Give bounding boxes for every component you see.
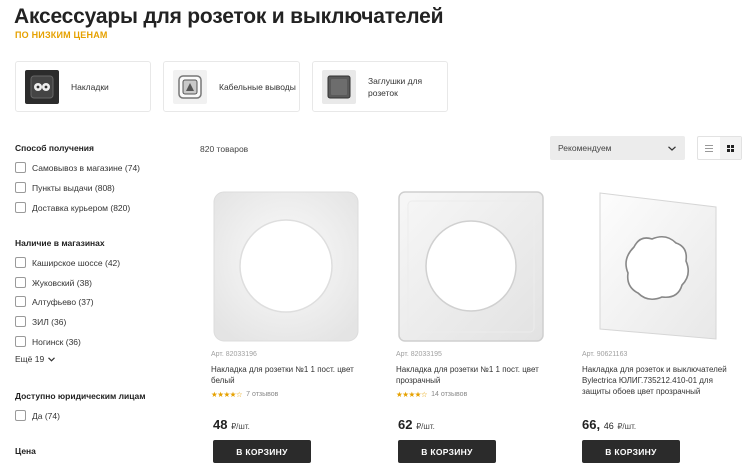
product-price: 48 ₽/шт. bbox=[213, 417, 250, 432]
product-price: 62 ₽/шт. bbox=[398, 417, 435, 432]
product-article: Арт. 82033196 bbox=[211, 351, 257, 358]
rating-stars: ★★★★☆ bbox=[211, 390, 243, 399]
filter-option-store[interactable]: ЗИЛ (36) bbox=[15, 316, 66, 327]
view-switcher bbox=[697, 136, 742, 160]
filter-option-pickup-store[interactable]: Самовывоз в магазине (74) bbox=[15, 162, 140, 173]
product-rating: ★★★★☆ 14 отзывов bbox=[396, 390, 546, 399]
option-label: Ногинск (36) bbox=[32, 336, 81, 347]
checkbox[interactable] bbox=[15, 296, 26, 307]
blank-plate-icon bbox=[322, 69, 356, 104]
option-label: Алтуфьево (37) bbox=[32, 296, 94, 307]
product-image[interactable] bbox=[396, 189, 546, 344]
filter-stores-title: Наличие в магазинах bbox=[15, 238, 105, 248]
option-label: Пункты выдачи (808) bbox=[32, 182, 115, 193]
filter-option-courier[interactable]: Доставка курьером (820) bbox=[15, 202, 130, 213]
checkbox[interactable] bbox=[15, 257, 26, 268]
filter-delivery-title: Способ получения bbox=[15, 143, 94, 153]
cable-outlet-icon bbox=[173, 69, 207, 104]
product-card[interactable]: Арт. 82033196 Накладка для розетки №1 1 … bbox=[211, 189, 361, 463]
product-name-link[interactable]: Накладка для розетки №1 1 пост. цвет про… bbox=[396, 364, 546, 386]
product-name-link[interactable]: Накладка для розеток и выключателей Byle… bbox=[582, 364, 732, 397]
grid-view-button[interactable] bbox=[719, 137, 741, 159]
category-label: Заглушки для розеток bbox=[368, 75, 423, 98]
filter-legal-title: Доступно юридическим лицам bbox=[15, 391, 146, 401]
double-frame-icon bbox=[25, 69, 59, 104]
filter-option-store[interactable]: Каширское шоссе (42) bbox=[15, 257, 120, 268]
category-card-blank-plates[interactable]: Заглушки для розеток bbox=[312, 61, 448, 112]
category-label: Накладки bbox=[71, 81, 109, 92]
category-card-cable-outlets[interactable]: Кабельные выводы bbox=[163, 61, 300, 112]
product-card[interactable]: Арт. 82033195 Накладка для розетки №1 1 … bbox=[396, 189, 546, 463]
results-count: 820 товаров bbox=[200, 144, 249, 154]
add-to-cart-button[interactable]: В КОРЗИНУ bbox=[582, 440, 680, 463]
price-unit: ₽/шт. bbox=[231, 422, 250, 431]
filter-option-legal-yes[interactable]: Да (74) bbox=[15, 410, 60, 421]
list-view-button[interactable] bbox=[698, 137, 720, 159]
product-article: Арт. 90621163 bbox=[582, 351, 628, 358]
chevron-down-icon bbox=[48, 356, 56, 362]
product-image[interactable] bbox=[211, 189, 361, 344]
add-to-cart-button[interactable]: В КОРЗИНУ bbox=[398, 440, 496, 463]
category-label: Кабельные выводы bbox=[219, 81, 296, 92]
filter-price-title: Цена bbox=[15, 446, 36, 456]
chevron-down-icon bbox=[668, 145, 676, 151]
price-unit: ₽/шт. bbox=[416, 422, 435, 431]
product-image[interactable] bbox=[582, 189, 732, 344]
price-value: 48 bbox=[213, 417, 228, 432]
list-icon bbox=[704, 144, 713, 152]
grid-icon bbox=[726, 144, 734, 152]
product-price: 66, 46 ₽/шт. bbox=[582, 417, 636, 432]
price-value: 62 bbox=[398, 417, 413, 432]
checkbox[interactable] bbox=[15, 277, 26, 288]
option-label: Жуковский (38) bbox=[32, 277, 92, 288]
option-label: Каширское шоссе (42) bbox=[32, 257, 121, 268]
filter-option-store[interactable]: Ногинск (36) bbox=[15, 336, 81, 347]
price-unit: ₽/шт. bbox=[617, 422, 637, 431]
category-card-nakladki[interactable]: Накладки bbox=[15, 61, 151, 112]
option-label: ЗИЛ (36) bbox=[32, 316, 67, 327]
show-more-label: Ещё 19 bbox=[15, 354, 45, 364]
reviews-link[interactable]: 14 отзывов bbox=[431, 391, 467, 398]
sort-value: Рекомендуем bbox=[558, 143, 612, 153]
checkbox[interactable] bbox=[15, 316, 26, 327]
price-cents: 46 bbox=[603, 421, 614, 431]
show-more-stores-link[interactable]: Ещё 19 bbox=[15, 354, 56, 364]
rating-stars: ★★★★☆ bbox=[396, 390, 428, 399]
checkbox[interactable] bbox=[15, 202, 26, 213]
product-rating: ★★★★☆ 7 отзывов bbox=[211, 390, 361, 399]
checkbox[interactable] bbox=[15, 410, 26, 421]
price-value: 66, bbox=[582, 417, 601, 432]
filter-option-store[interactable]: Алтуфьево (37) bbox=[15, 296, 94, 307]
add-to-cart-button[interactable]: В КОРЗИНУ bbox=[213, 440, 311, 463]
product-article: Арт. 82033195 bbox=[396, 351, 442, 358]
option-label: Доставка курьером (820) bbox=[32, 202, 131, 213]
checkbox[interactable] bbox=[15, 182, 26, 193]
sort-dropdown[interactable]: Рекомендуем bbox=[550, 136, 685, 160]
filter-option-pickup-points[interactable]: Пункты выдачи (808) bbox=[15, 182, 115, 193]
page-title: Аксессуары для розеток и выключателей bbox=[14, 5, 444, 28]
product-card[interactable]: Арт. 90621163 Накладка для розеток и вык… bbox=[582, 189, 732, 463]
checkbox[interactable] bbox=[15, 336, 26, 347]
checkbox[interactable] bbox=[15, 162, 26, 173]
reviews-link[interactable]: 7 отзывов bbox=[246, 391, 278, 398]
filter-option-store[interactable]: Жуковский (38) bbox=[15, 277, 92, 288]
product-name-link[interactable]: Накладка для розетки №1 1 пост. цвет бел… bbox=[211, 364, 361, 386]
option-label: Да (74) bbox=[32, 410, 60, 421]
option-label: Самовывоз в магазине (74) bbox=[32, 162, 141, 173]
page-subtitle: ПО НИЗКИМ ЦЕНАМ bbox=[15, 30, 108, 40]
